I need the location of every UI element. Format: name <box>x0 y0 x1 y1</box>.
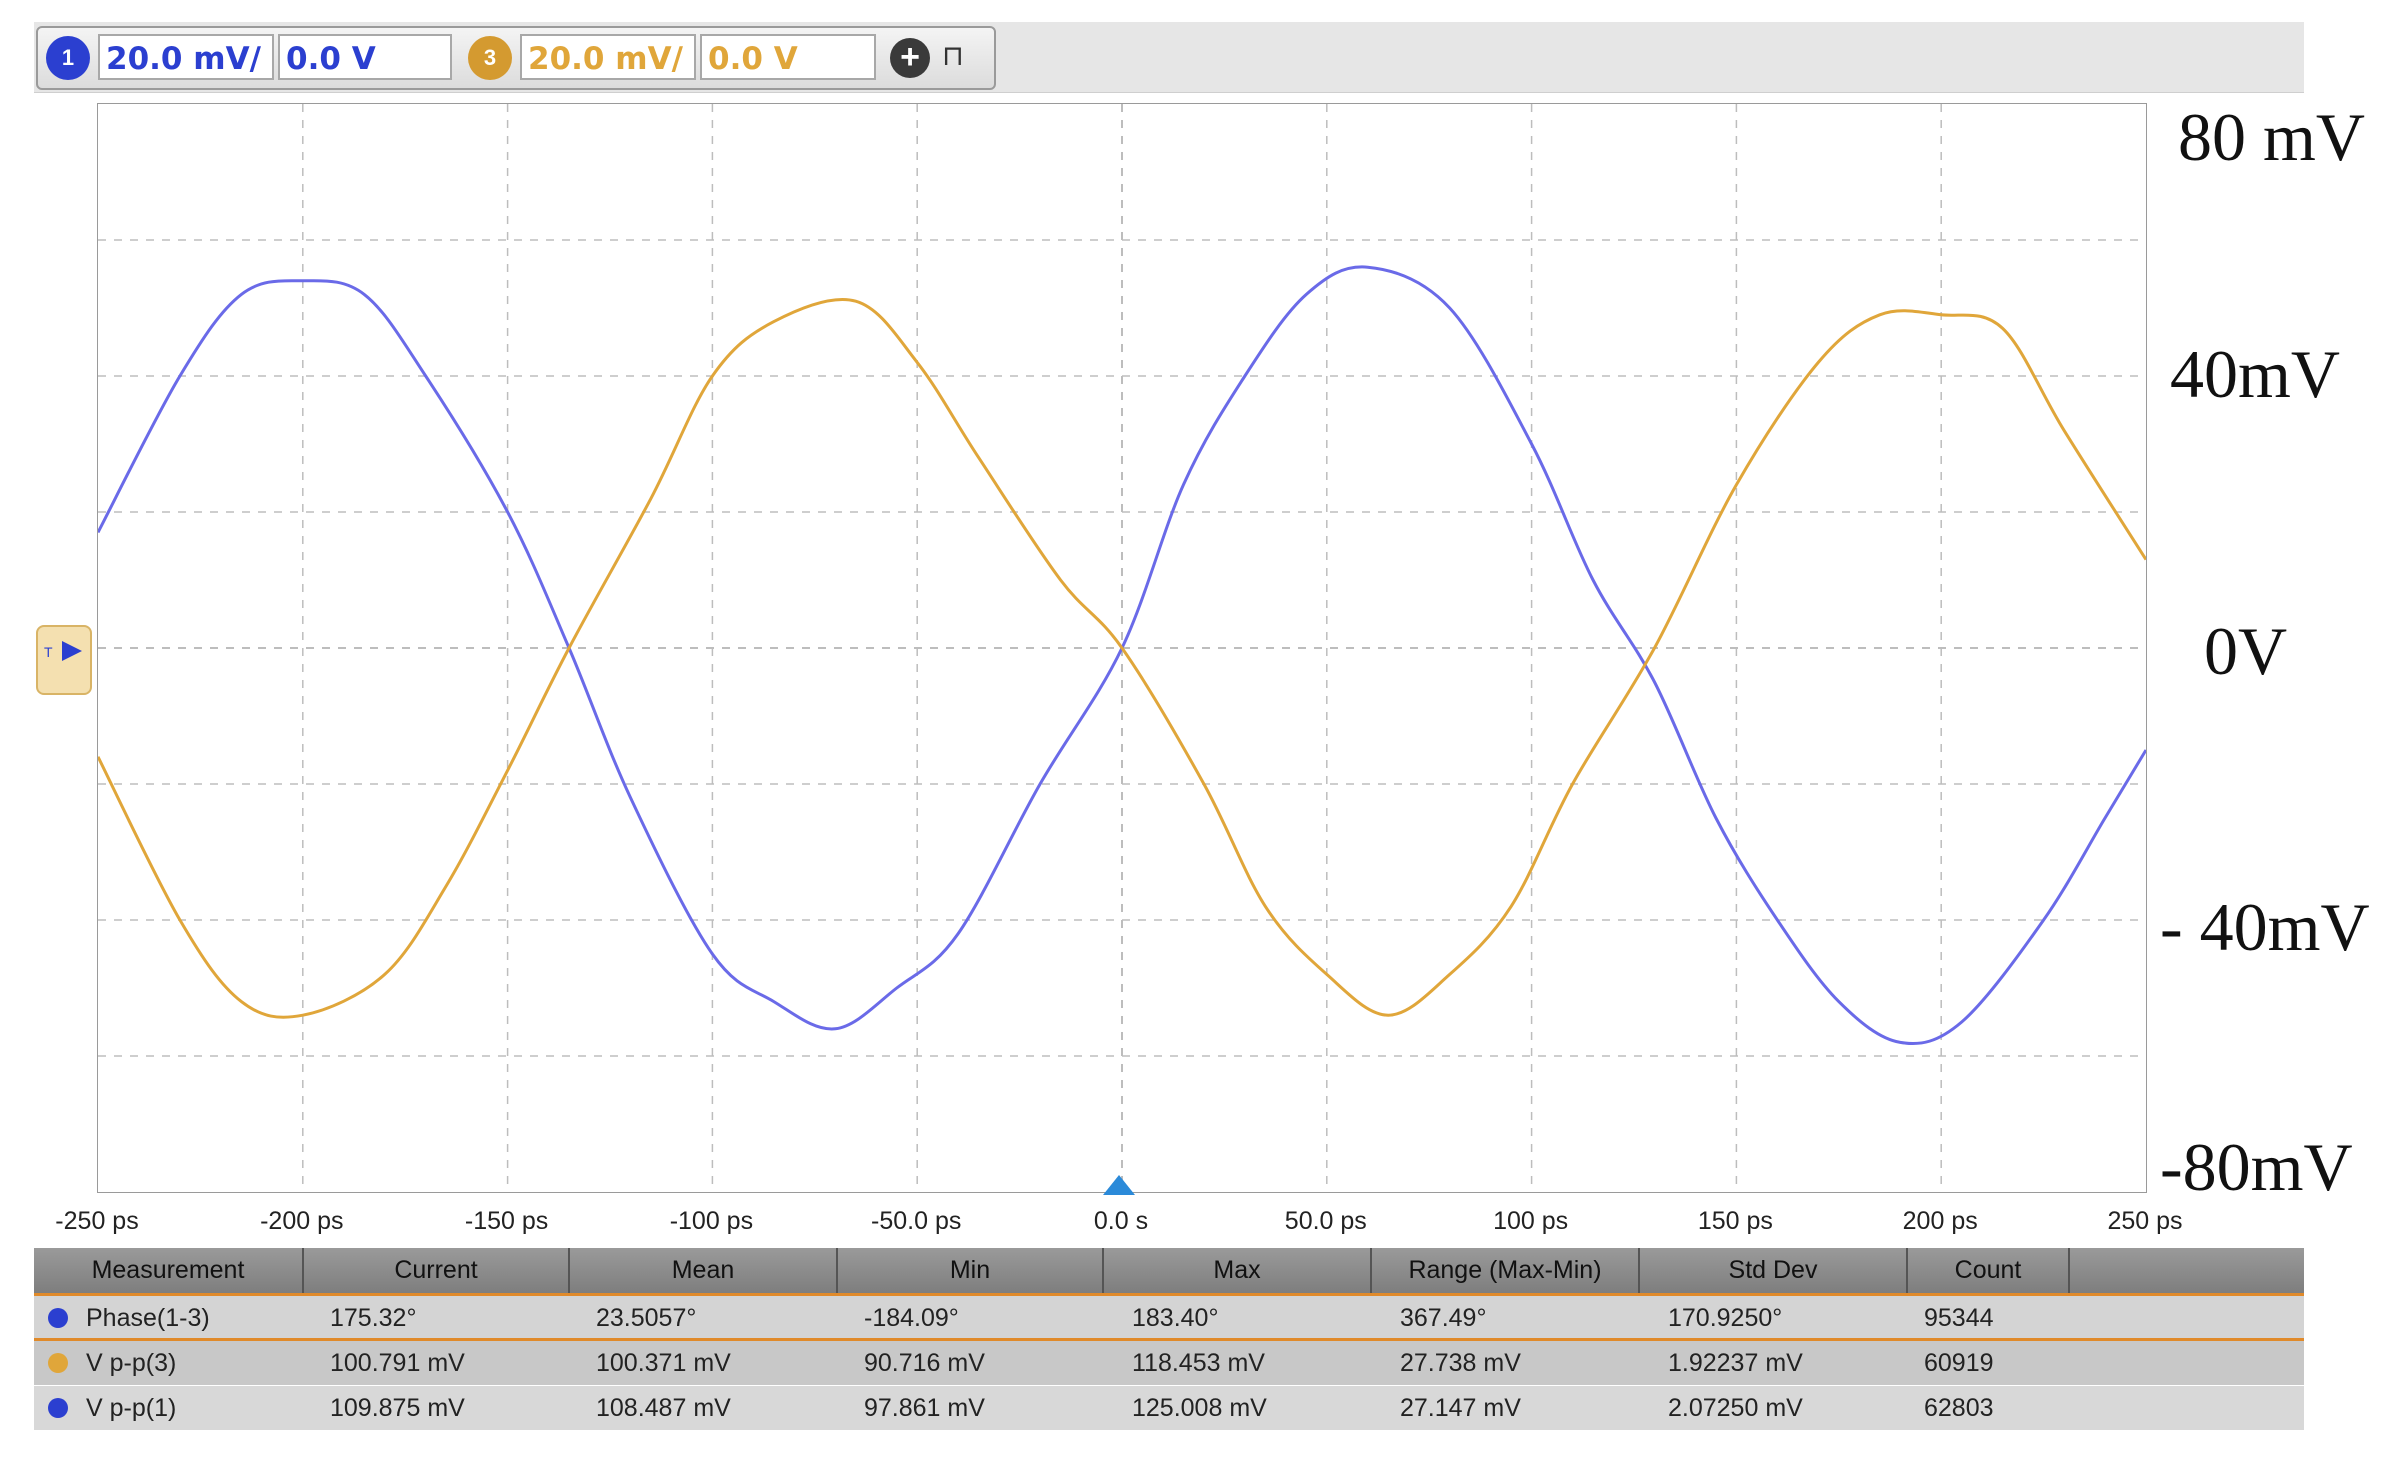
channel-3-badge[interactable]: 3 <box>468 36 512 80</box>
meas-name: V p-p(1) <box>86 1394 177 1422</box>
meas-mean: 108.487 mV <box>596 1394 731 1422</box>
trigger-position-icon[interactable] <box>1103 1175 1135 1195</box>
channel-1-badge[interactable]: 1 <box>46 36 90 80</box>
measurement-row[interactable]: Phase(1-3) 175.32° 23.5057° -184.09° 183… <box>34 1296 2304 1341</box>
measurement-header-row: Measurement Current Mean Min Max Range (… <box>34 1248 2304 1296</box>
trigger-arrow-icon: T <box>44 641 82 661</box>
meas-range: 367.49° <box>1400 1304 1487 1332</box>
meas-range: 27.738 mV <box>1400 1349 1521 1377</box>
col-min[interactable]: Min <box>838 1248 1104 1293</box>
x-tick-label: -50.0 ps <box>871 1207 962 1235</box>
col-range[interactable]: Range (Max-Min) <box>1372 1248 1640 1293</box>
meas-count: 95344 <box>1924 1304 1994 1332</box>
col-std-dev[interactable]: Std Dev <box>1640 1248 1908 1293</box>
meas-count: 62803 <box>1924 1394 1994 1422</box>
meas-std: 170.9250° <box>1668 1304 1783 1332</box>
channel-dot-icon <box>48 1308 68 1328</box>
x-tick-label: 150 ps <box>1697 1207 1773 1235</box>
col-measurement[interactable]: Measurement <box>34 1248 304 1293</box>
channel-controls: 1 20.0 mV/ 0.0 V 3 20.0 mV/ 0.0 V + ⊓ <box>36 26 996 90</box>
col-current[interactable]: Current <box>304 1248 570 1293</box>
y-label-neg40mv: - 40mV <box>2160 889 2370 965</box>
channel-3-scale-field[interactable]: 20.0 mV/ <box>520 34 696 80</box>
meas-max: 183.40° <box>1132 1304 1219 1332</box>
meas-name: V p-p(3) <box>86 1349 177 1377</box>
y-label-80mv: 80 mV <box>2178 99 2365 175</box>
x-tick-label: -100 ps <box>669 1207 754 1235</box>
pin-icon[interactable]: ⊓ <box>942 36 972 76</box>
meas-min: 90.716 mV <box>864 1349 985 1377</box>
waveform-canvas <box>98 104 2146 1192</box>
measurement-row[interactable]: V p-p(3) 100.791 mV 100.371 mV 90.716 mV… <box>34 1341 2304 1385</box>
meas-max: 125.008 mV <box>1132 1394 1267 1422</box>
x-tick-label: -250 ps <box>55 1207 139 1235</box>
meas-mean: 100.371 mV <box>596 1349 731 1377</box>
svg-text:T: T <box>44 644 53 660</box>
x-tick-label: 100 ps <box>1493 1207 1569 1235</box>
measurement-table: Measurement Current Mean Min Max Range (… <box>34 1248 2304 1430</box>
channel-dot-icon <box>48 1398 68 1418</box>
meas-count: 60919 <box>1924 1349 1994 1377</box>
meas-max: 118.453 mV <box>1132 1349 1265 1377</box>
y-label-0v: 0V <box>2204 613 2288 689</box>
y-label-40mv: 40mV <box>2170 336 2340 412</box>
meas-std: 1.92237 mV <box>1668 1349 1803 1377</box>
x-tick-label: 0.0 s <box>1093 1207 1149 1235</box>
meas-mean: 23.5057° <box>596 1304 697 1332</box>
channel-1-offset-field[interactable]: 0.0 V <box>278 34 452 80</box>
meas-current: 175.32° <box>330 1304 417 1332</box>
x-tick-label: -200 ps <box>260 1207 344 1235</box>
col-mean[interactable]: Mean <box>570 1248 838 1293</box>
meas-min: 97.861 mV <box>864 1394 985 1422</box>
plus-circle-icon[interactable]: + <box>890 38 930 78</box>
channel-dot-icon <box>48 1353 68 1373</box>
col-max[interactable]: Max <box>1104 1248 1372 1293</box>
channel-1-scale-field[interactable]: 20.0 mV/ <box>98 34 274 80</box>
trigger-level-marker[interactable]: T <box>36 625 92 695</box>
channel-toolbar: 1 20.0 mV/ 0.0 V 3 20.0 mV/ 0.0 V + ⊓ <box>34 22 2304 93</box>
x-tick-label: -150 ps <box>464 1207 549 1235</box>
measurement-row[interactable]: V p-p(1) 109.875 mV 108.487 mV 97.861 mV… <box>34 1386 2304 1430</box>
x-tick-label: 250 ps <box>2107 1207 2183 1235</box>
meas-current: 100.791 mV <box>330 1349 465 1377</box>
meas-current: 109.875 mV <box>330 1394 465 1422</box>
channel-3-offset-field[interactable]: 0.0 V <box>700 34 876 80</box>
col-count[interactable]: Count <box>1908 1248 2070 1293</box>
x-tick-label: 200 ps <box>1902 1207 1978 1235</box>
meas-range: 27.147 mV <box>1400 1394 1521 1422</box>
meas-min: -184.09° <box>864 1304 959 1332</box>
meas-name: Phase(1-3) <box>86 1304 210 1332</box>
y-label-neg80mv: -80mV <box>2160 1129 2353 1205</box>
waveform-plot[interactable] <box>97 103 2147 1193</box>
x-tick-label: 50.0 ps <box>1284 1207 1367 1235</box>
meas-std: 2.07250 mV <box>1668 1394 1803 1422</box>
